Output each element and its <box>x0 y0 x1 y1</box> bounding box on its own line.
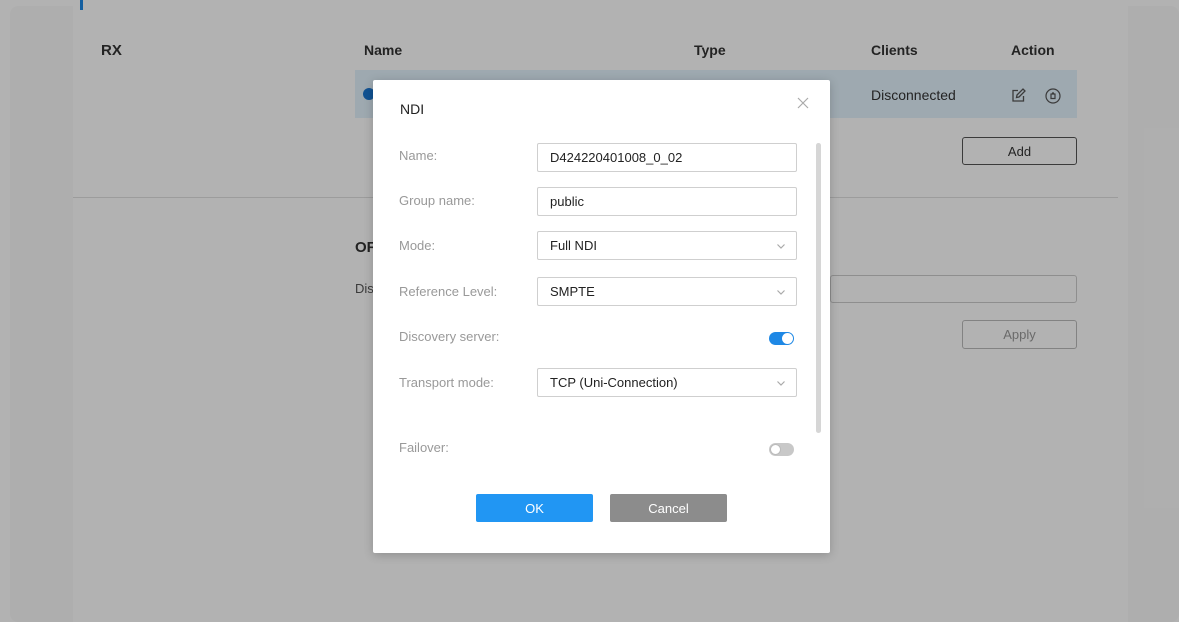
transport-mode-label: Transport mode: <box>399 375 494 390</box>
failover-label: Failover: <box>399 440 449 455</box>
reference-level-value: SMPTE <box>550 284 595 299</box>
scrollbar-thumb[interactable] <box>816 143 821 433</box>
cancel-button[interactable]: Cancel <box>610 494 727 522</box>
group-name-input[interactable]: public <box>537 187 797 216</box>
mode-value: Full NDI <box>550 238 597 253</box>
chevron-down-icon <box>777 289 785 295</box>
close-icon[interactable] <box>795 95 811 111</box>
transport-mode-value: TCP (Uni-Connection) <box>550 375 678 390</box>
mode-label: Mode: <box>399 238 436 253</box>
dialog-scrollbar[interactable] <box>816 143 821 433</box>
chevron-down-icon <box>777 380 785 386</box>
reference-level-label: Reference Level: <box>399 284 498 299</box>
name-label: Name: <box>399 148 438 163</box>
name-input[interactable]: D424220401008_0_02 <box>537 143 797 172</box>
mode-select[interactable]: Full NDI <box>537 231 797 260</box>
chevron-down-icon <box>777 243 785 249</box>
toggle-knob <box>782 333 793 344</box>
reference-level-select[interactable]: SMPTE <box>537 277 797 306</box>
transport-mode-select[interactable]: TCP (Uni-Connection) <box>537 368 797 397</box>
failover-toggle[interactable] <box>769 443 794 456</box>
dialog-title: NDI <box>400 101 425 117</box>
discovery-server-label: Discovery server: <box>399 329 500 344</box>
ndi-dialog: NDI Name: D424220401008_0_02 Group name:… <box>373 80 830 553</box>
ok-button[interactable]: OK <box>476 494 593 522</box>
toggle-knob <box>770 444 781 455</box>
group-name-label: Group name: <box>399 193 475 208</box>
discovery-server-toggle[interactable] <box>769 332 794 345</box>
